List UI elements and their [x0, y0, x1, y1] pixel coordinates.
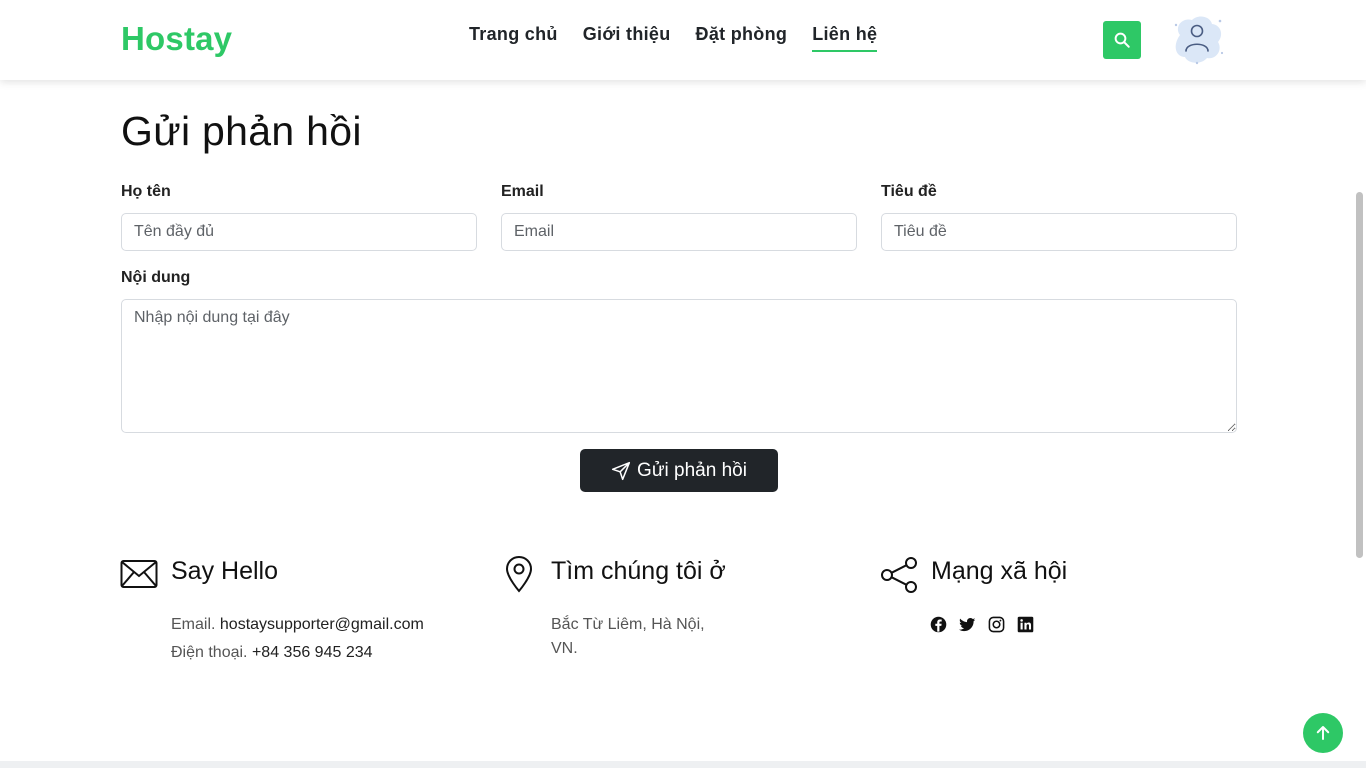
share-icon — [881, 557, 917, 593]
email-input[interactable] — [501, 213, 857, 251]
instagram-icon — [988, 616, 1005, 633]
nav-link-home[interactable]: Trang chủ — [469, 24, 558, 52]
name-label: Họ tên — [121, 183, 171, 200]
contact-email-value[interactable]: hostaysupporter@gmail.com — [220, 616, 424, 633]
submit-feedback-button[interactable]: Gửi phản hồi — [580, 449, 778, 492]
navbar: Hostay Trang chủ Giới thiệu Đặt phòng Li… — [0, 0, 1366, 80]
main-nav: Trang chủ Giới thiệu Đặt phòng Liên hệ — [469, 24, 878, 52]
contact-phone-value[interactable]: +84 356 945 234 — [252, 644, 373, 661]
subject-input[interactable] — [881, 213, 1237, 251]
say-hello-title: Say Hello — [171, 557, 278, 585]
contact-phone-line: Điện thoại. +84 356 945 234 — [171, 644, 373, 662]
user-avatar-icon — [1174, 16, 1224, 65]
contact-email-line: Email. hostaysupporter@gmail.com — [171, 616, 424, 634]
envelope-icon — [120, 560, 158, 588]
brand-logo[interactable]: Hostay — [121, 20, 232, 58]
social-links — [930, 616, 1034, 633]
submit-feedback-label: Gửi phản hồi — [637, 459, 747, 481]
linkedin-link[interactable] — [1017, 616, 1034, 633]
content-label: Nội dung — [121, 269, 191, 286]
twitter-link[interactable] — [959, 616, 976, 633]
facebook-link[interactable] — [930, 616, 947, 633]
page-title: Gửi phản hồi — [121, 108, 362, 154]
user-avatar[interactable] — [1168, 13, 1226, 67]
instagram-link[interactable] — [988, 616, 1005, 633]
name-input[interactable] — [121, 213, 477, 251]
arrow-up-icon — [1316, 726, 1330, 740]
nav-link-about[interactable]: Giới thiệu — [583, 24, 671, 52]
search-button[interactable] — [1103, 21, 1141, 59]
address-line-2: VN. — [551, 640, 578, 657]
nav-link-contact[interactable]: Liên hệ — [812, 24, 878, 52]
footer-strip — [0, 761, 1366, 768]
nav-link-booking[interactable]: Đặt phòng — [696, 24, 788, 52]
twitter-icon — [959, 617, 976, 632]
facebook-icon — [930, 616, 947, 633]
send-icon — [611, 461, 631, 480]
contact-phone-prefix: Điện thoại. — [171, 644, 248, 661]
social-title: Mạng xã hội — [931, 557, 1068, 585]
search-icon — [1114, 32, 1130, 48]
find-us-title: Tìm chúng tôi ở — [551, 557, 726, 585]
email-label: Email — [501, 183, 544, 200]
contact-email-prefix: Email. — [171, 616, 216, 633]
address-line-1: Bắc Từ Liêm, Hà Nội, — [551, 616, 705, 633]
content-textarea[interactable] — [121, 299, 1237, 433]
page-scrollbar[interactable] — [1356, 192, 1363, 558]
subject-label: Tiêu đề — [881, 183, 937, 200]
back-to-top-button[interactable] — [1303, 713, 1343, 753]
linkedin-icon — [1017, 616, 1034, 633]
map-pin-icon — [505, 555, 533, 593]
